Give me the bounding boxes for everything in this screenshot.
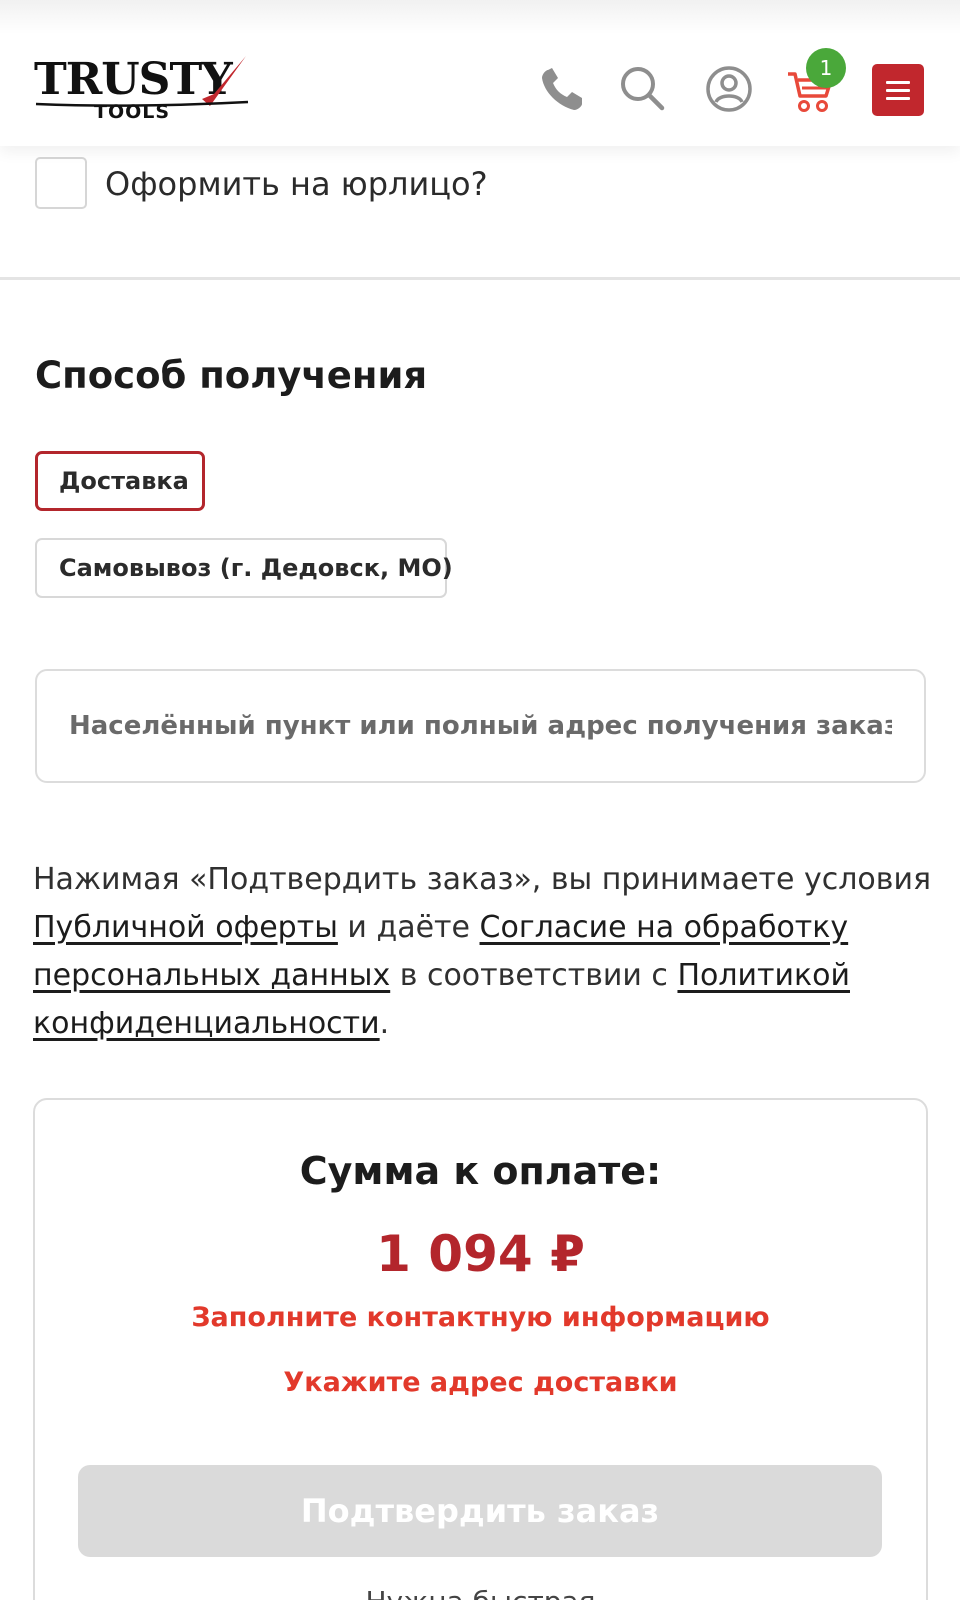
consent-text-part: и даёте bbox=[337, 910, 480, 945]
consent-text-part: Нажимая «Подтвердить заказ», вы принимае… bbox=[33, 862, 931, 897]
search-icon[interactable] bbox=[618, 64, 668, 114]
public-offer-link[interactable]: Публичной оферты bbox=[33, 910, 338, 945]
pickup-option-button[interactable]: Самовывоз (г. Дедовск, МО) bbox=[35, 538, 453, 598]
phone-icon[interactable] bbox=[538, 64, 588, 114]
menu-button[interactable] bbox=[872, 64, 924, 116]
summary-title: Сумма к оплате: bbox=[299, 1149, 662, 1193]
delivery-section-title: Способ получения bbox=[35, 354, 428, 397]
address-input[interactable] bbox=[35, 669, 926, 783]
total-amount: 1 094 ₽ bbox=[376, 1225, 585, 1283]
legal-entity-label[interactable]: Оформить на юрлицо? bbox=[105, 162, 488, 206]
site-header: TRUSTY TOOLS 1 bbox=[0, 0, 960, 146]
header-top-shade bbox=[0, 0, 960, 34]
trusty-tools-logo[interactable]: TRUSTY TOOLS bbox=[34, 54, 254, 124]
menu-icon-bar bbox=[886, 89, 910, 92]
cart-count-badge: 1 bbox=[806, 48, 846, 88]
order-summary-card: Сумма к оплате: 1 094 ₽ Заполните контак… bbox=[33, 1098, 928, 1600]
delivery-address-warning: Укажите адрес доставки bbox=[283, 1367, 678, 1398]
consent-text-part: в соответствии с bbox=[390, 958, 678, 993]
quick-help-text: Нужна быстрая bbox=[35, 1584, 926, 1600]
delivery-option-button[interactable]: Доставка bbox=[35, 451, 205, 511]
logo-sub-text: TOOLS bbox=[94, 101, 171, 123]
confirm-order-button[interactable]: Подтвердить заказ bbox=[78, 1465, 882, 1557]
consent-text: Нажимая «Подтвердить заказ», вы принимае… bbox=[33, 856, 933, 1048]
contact-info-warning: Заполните контактную информацию bbox=[191, 1302, 770, 1333]
consent-text-part: . bbox=[379, 1006, 390, 1041]
menu-icon-bar bbox=[886, 81, 910, 84]
legal-entity-checkbox[interactable] bbox=[35, 157, 87, 209]
menu-icon-bar bbox=[886, 97, 910, 100]
section-divider bbox=[0, 277, 960, 280]
user-icon[interactable] bbox=[704, 64, 754, 114]
